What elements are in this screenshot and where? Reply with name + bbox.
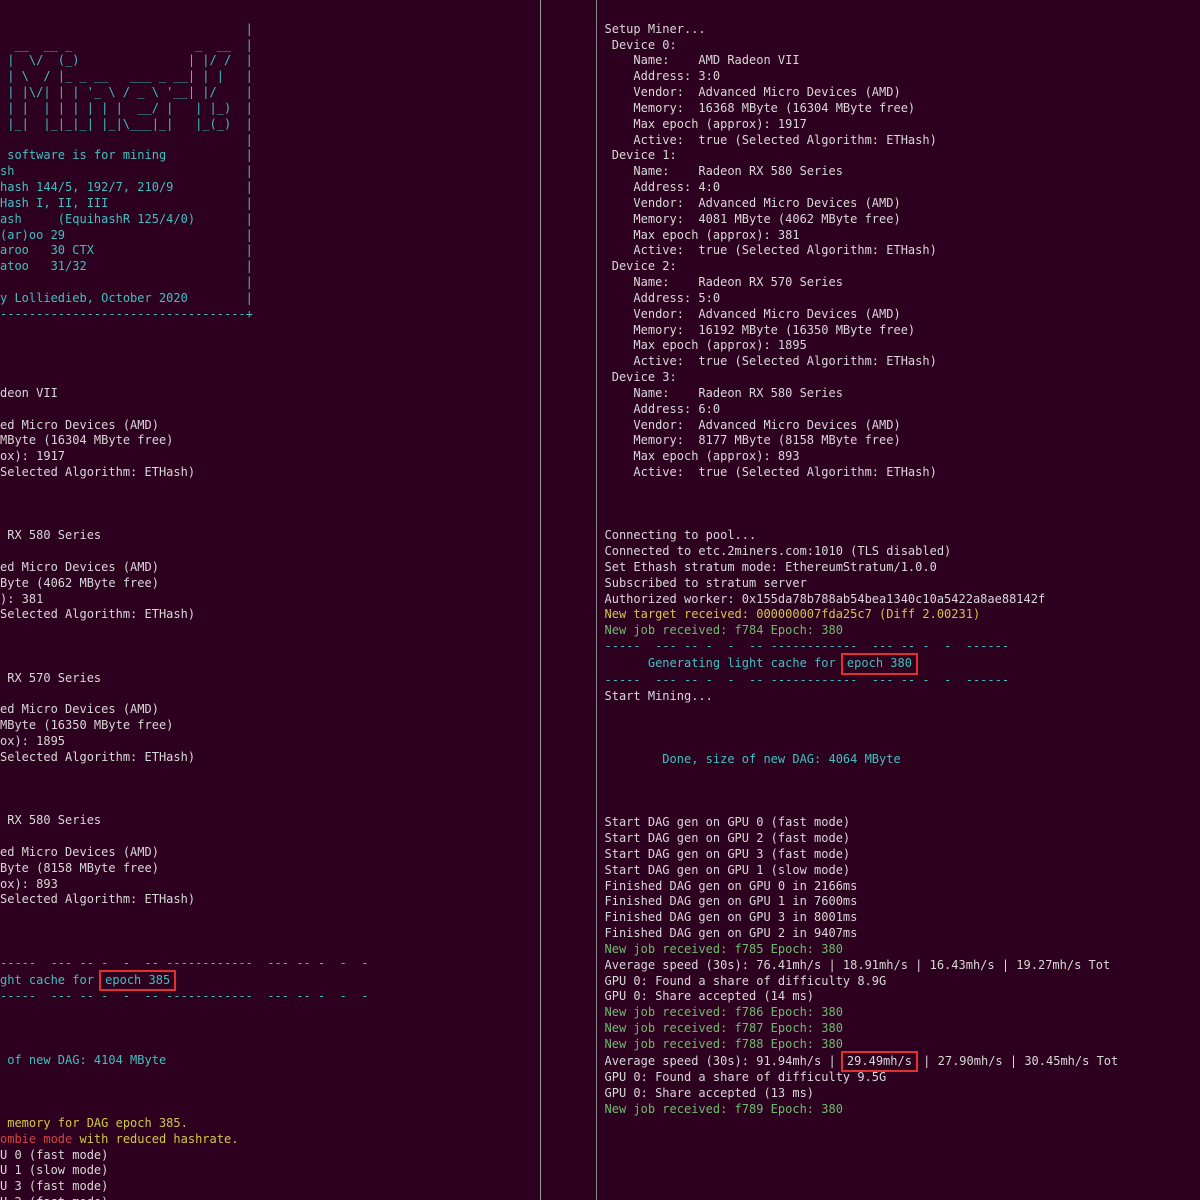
share-found-2: GPU 0: Found a share of difficulty 9.5G [605, 1070, 887, 1084]
terminal-screen: | __ __ _ _ __ | | \/ (_) | |/ / | | \ /… [0, 0, 1200, 1200]
avg2a-right: Average speed (30s): 91.94mh/s | [605, 1054, 843, 1068]
dag-gen-left: U 0 (fast mode) U 1 (slow mode) U 3 (fas… [0, 1148, 116, 1200]
left-sep2: ----- --- -- - - -- ------------ --- -- … [0, 989, 368, 1003]
gen-cache-right-pre: Generating light cache for [605, 656, 843, 670]
job-f785: New job received: f785 Epoch: 380 [605, 942, 843, 956]
start-mining: Start Mining... [605, 689, 713, 703]
mem-warning: memory for DAG epoch 385. [0, 1116, 188, 1130]
ascii-banner: | __ __ _ _ __ | | \/ (_) | |/ / | | \ /… [0, 22, 253, 321]
dag-gen-right: Start DAG gen on GPU 0 (fast mode) Start… [605, 815, 858, 940]
job-f788: New job received: f788 Epoch: 380 [605, 1037, 843, 1051]
setup-line: Setup Miner... [605, 22, 706, 36]
dag-done-right: Done, size of new DAG: 4064 MByte [605, 752, 901, 766]
new-target: New target received: 000000007fda25c7 (D… [605, 607, 981, 621]
dev1-block: RX 580 Series ed Micro Devices (AMD) Byt… [0, 528, 195, 621]
left-sep: ----- --- -- - - -- ------------ --- -- … [0, 956, 368, 970]
dag-done-left: of new DAG: 4104 MByte [0, 1053, 166, 1067]
r-sep: ----- --- -- - - -- ------------ --- -- … [605, 639, 1010, 653]
dev0-block: deon VII ed Micro Devices (AMD) MByte (1… [0, 386, 195, 479]
epoch-385-highlight: epoch 385 [101, 972, 174, 990]
dev2-block: RX 570 Series ed Micro Devices (AMD) MBy… [0, 671, 195, 764]
r-d3: Device 3: Name: Radeon RX 580 Series Add… [605, 370, 937, 479]
r-sep2: ----- --- -- - - -- ------------ --- -- … [605, 673, 1010, 687]
terminal-left[interactable]: | __ __ _ _ __ | | \/ (_) | |/ / | | \ /… [0, 0, 597, 1200]
job-f787: New job received: f787 Epoch: 380 [605, 1021, 843, 1035]
share-accepted-1: GPU 0: Share accepted (14 ms) [605, 989, 815, 1003]
r-d2: Device 2: Name: Radeon RX 570 Series Add… [605, 259, 937, 368]
avg2b-right: | 27.90mh/s | 30.45mh/s Tot [916, 1054, 1118, 1068]
share-accepted-2: GPU 0: Share accepted (13 ms) [605, 1086, 815, 1100]
hashrate-29-highlight: 29.49mh/s [843, 1053, 916, 1071]
pool-block: Connecting to pool... Connected to etc.2… [605, 528, 1046, 605]
job-f786: New job received: f786 Epoch: 380 [605, 1005, 843, 1019]
r-d1: Device 1: Name: Radeon RX 580 Series Add… [605, 148, 937, 257]
pane-divider[interactable] [540, 0, 541, 1200]
job-f784: New job received: f784 Epoch: 380 [605, 623, 843, 637]
epoch-380-highlight: epoch 380 [843, 655, 916, 673]
zombie-mode: ombie mode [0, 1132, 72, 1146]
terminal-right[interactable]: Setup Miner... Device 0: Name: AMD Radeo… [597, 0, 1200, 1200]
gen-cache-pre: ght cache for [0, 973, 101, 987]
r-d0: Device 0: Name: AMD Radeon VII Address: … [605, 38, 937, 147]
avg1-right: Average speed (30s): 76.41mh/s | 18.91mh… [605, 958, 1111, 972]
dev3-block: RX 580 Series ed Micro Devices (AMD) Byt… [0, 813, 195, 906]
share-found-1: GPU 0: Found a share of difficulty 8.9G [605, 974, 887, 988]
zombie-suffix: with reduced hashrate. [72, 1132, 238, 1146]
job-f789: New job received: f789 Epoch: 380 [605, 1102, 843, 1116]
